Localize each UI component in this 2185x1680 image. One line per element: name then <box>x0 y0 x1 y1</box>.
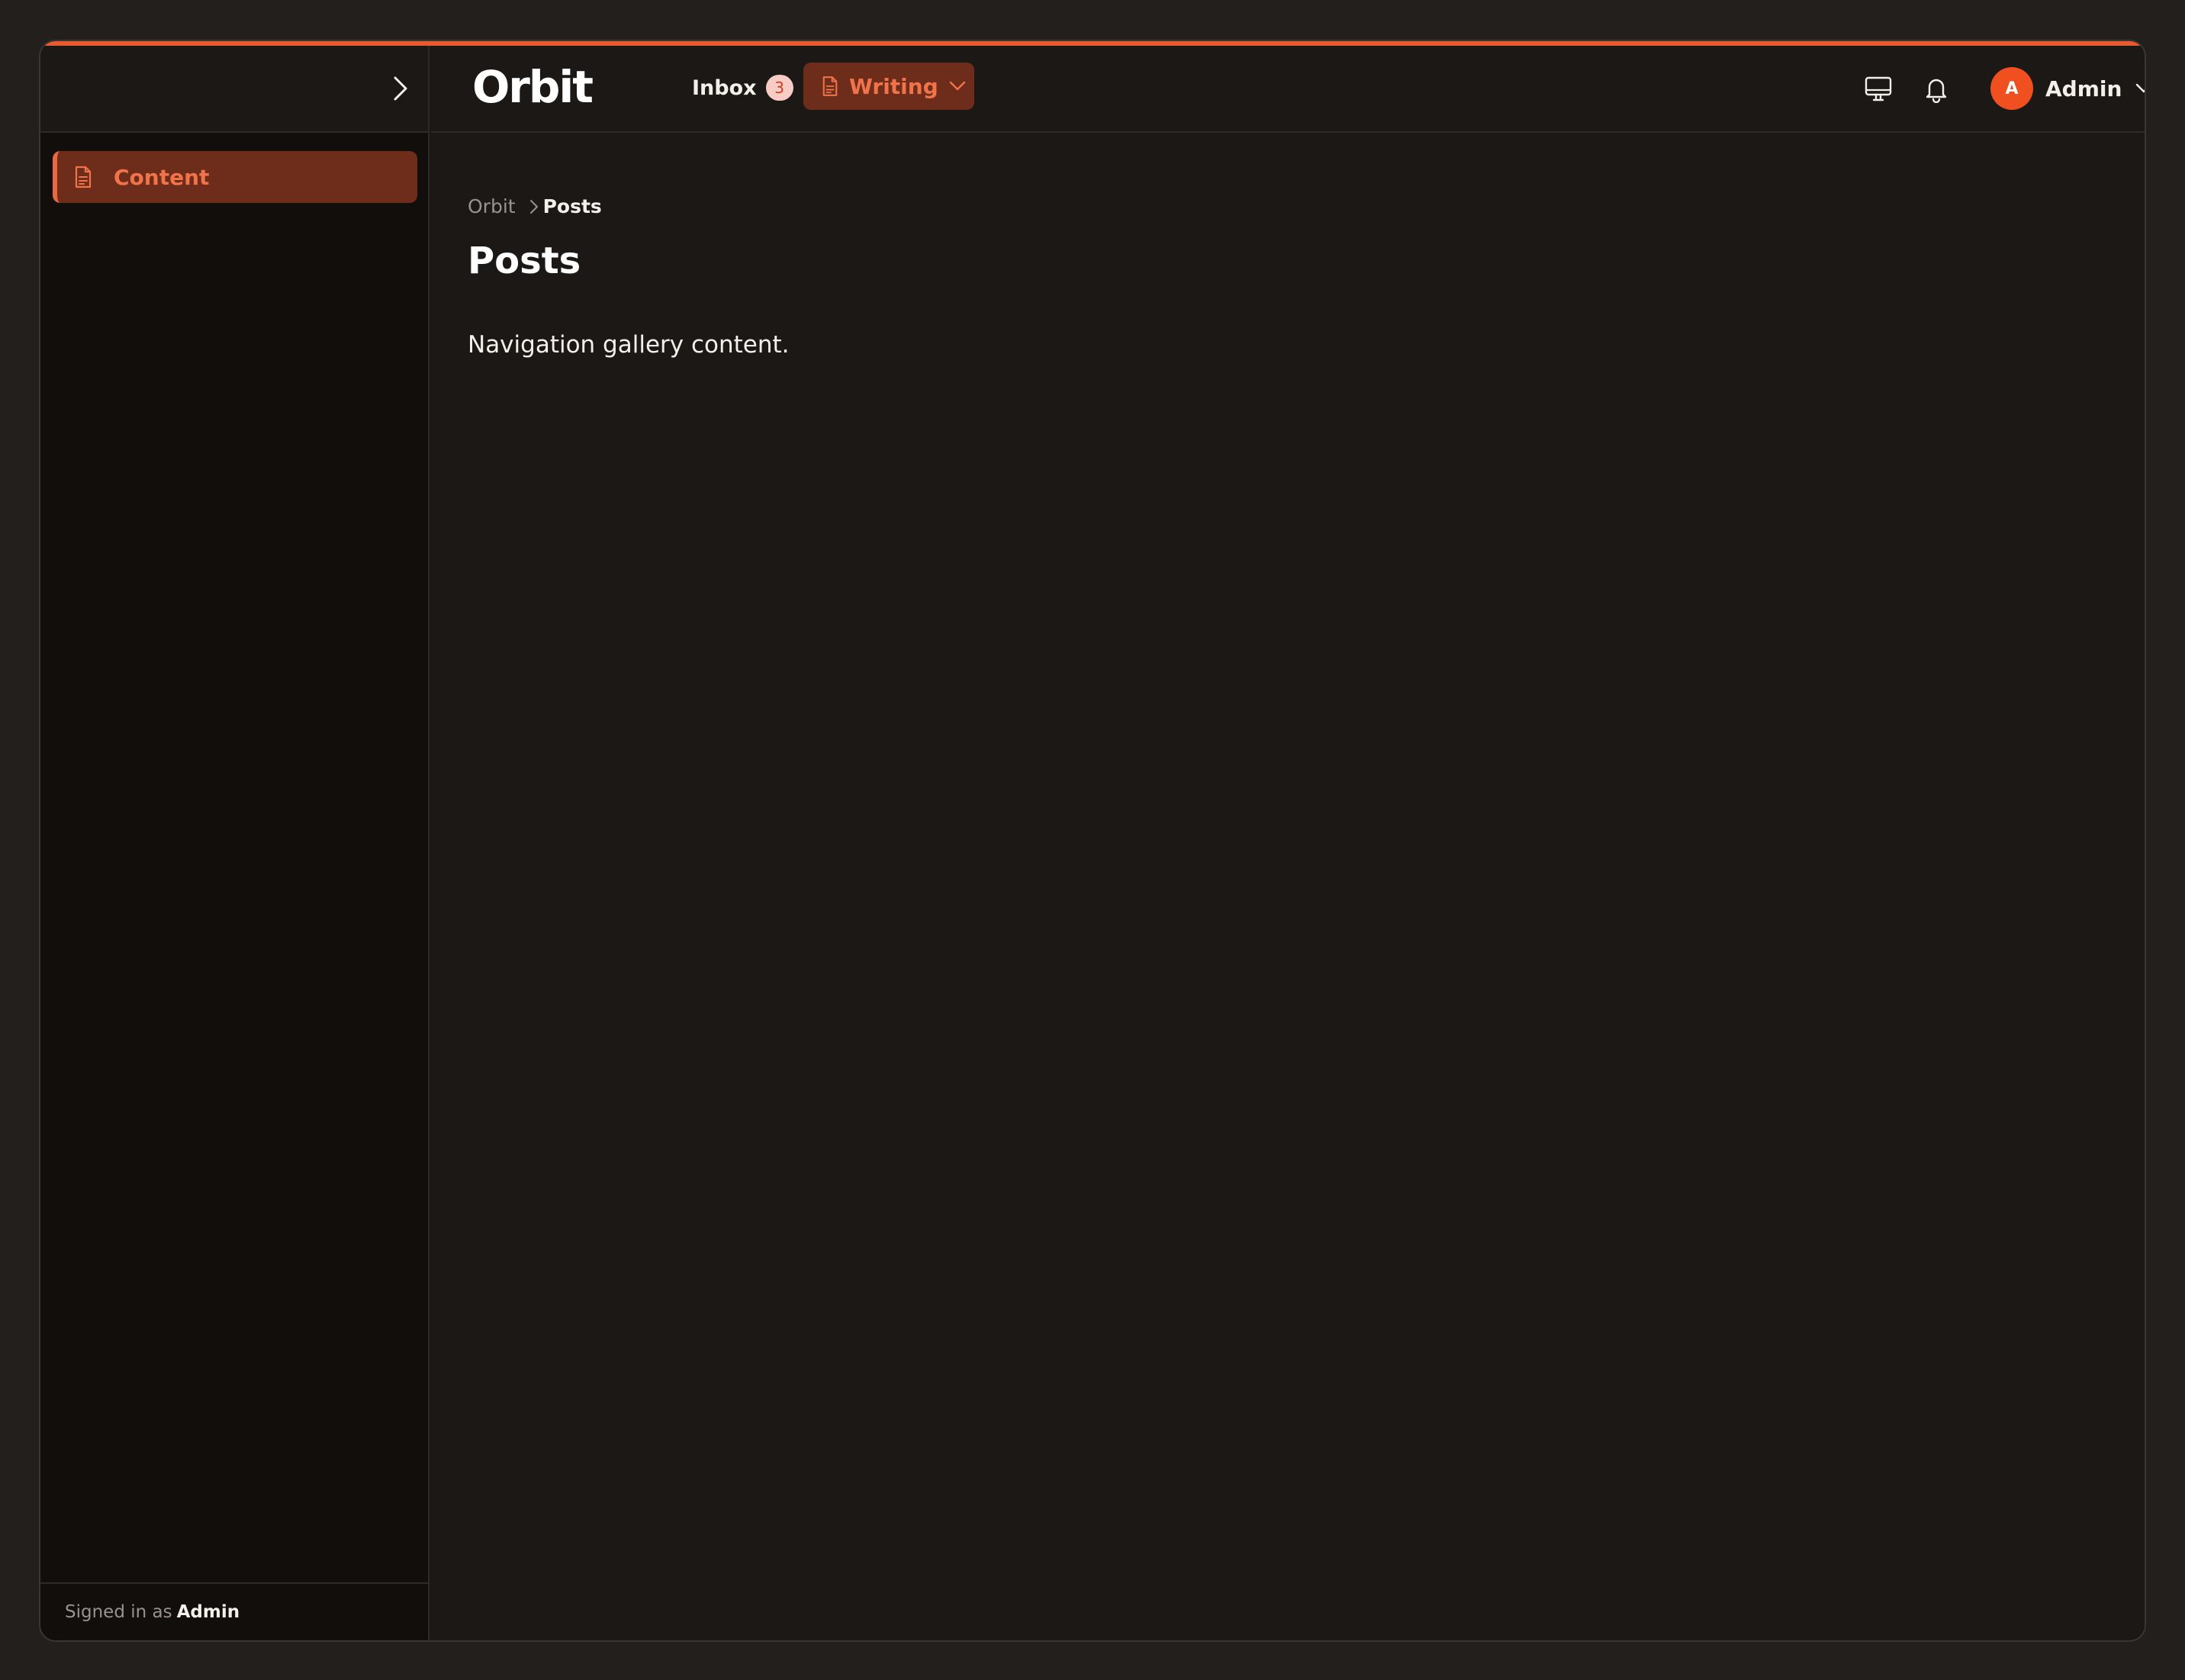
sidebar: Content Signed in as Admin <box>40 46 430 1640</box>
writing-menu-button[interactable]: Writing <box>803 63 974 110</box>
breadcrumb-link-orbit[interactable]: Orbit <box>468 195 516 217</box>
chevron-down-icon <box>949 81 966 92</box>
chevron-down-icon <box>2135 83 2145 94</box>
bell-icon <box>1923 76 1949 103</box>
user-name: Admin <box>2045 76 2122 101</box>
sidebar-item-label: Content <box>114 164 210 190</box>
inbox-link[interactable]: Inbox 3 <box>692 75 793 101</box>
app-window: Content Signed in as Admin Orbit Inbox 3… <box>39 40 2146 1642</box>
signed-in-status: Signed in as Admin <box>40 1582 428 1640</box>
monitor-icon <box>1865 76 1892 102</box>
chevron-right-icon <box>392 76 409 101</box>
inbox-count-badge: 3 <box>765 75 793 101</box>
breadcrumb: Orbit Posts <box>468 195 602 217</box>
logo[interactable]: Orbit <box>472 61 594 113</box>
page-body-text: Navigation gallery content. <box>468 331 790 359</box>
top-bar: Orbit Inbox 3 Writing A Admin <box>431 46 2145 133</box>
page-title: Posts <box>468 240 581 282</box>
signed-in-prefix: Signed in as <box>65 1602 172 1622</box>
document-icon <box>74 166 95 188</box>
notifications-button[interactable] <box>1920 73 1952 105</box>
monitor-button[interactable] <box>1862 73 1894 105</box>
user-menu-button[interactable]: A Admin <box>1990 67 2145 110</box>
inbox-label: Inbox <box>692 76 757 100</box>
sidebar-item-content[interactable]: Content <box>53 151 417 203</box>
signed-in-user: Admin <box>176 1602 240 1622</box>
sidebar-toggle-button[interactable] <box>387 75 414 102</box>
main-content: Orbit Posts Posts Navigation gallery con… <box>431 134 2145 1640</box>
document-icon <box>822 76 838 97</box>
avatar: A <box>1990 67 2033 110</box>
chevron-right-icon <box>529 199 539 214</box>
writing-label: Writing <box>849 73 938 99</box>
sidebar-header <box>40 46 428 133</box>
breadcrumb-current: Posts <box>542 195 602 217</box>
